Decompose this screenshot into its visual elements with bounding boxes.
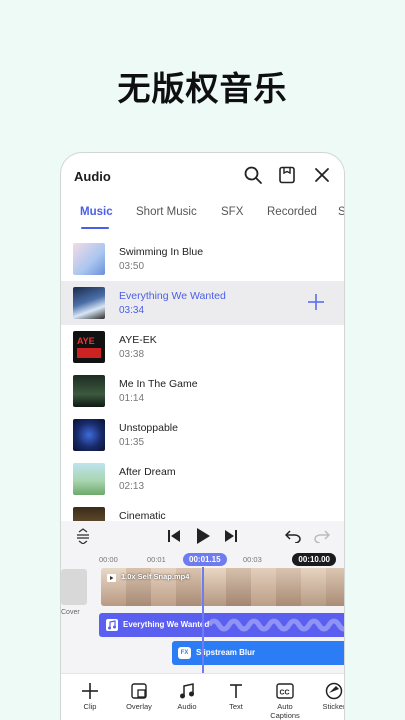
audio-label: Audio	[177, 702, 197, 711]
track-duration: 03:34	[119, 305, 145, 316]
overlay-icon	[131, 683, 147, 699]
album-art	[73, 419, 105, 451]
music-note-icon	[180, 683, 194, 699]
clip-button[interactable]: Clip	[67, 682, 113, 711]
skip-forward-icon[interactable]	[224, 529, 238, 543]
phone-frame: Audio Music Short Music SFX Recorded S S…	[60, 152, 345, 720]
overlay-button[interactable]: Overlay	[116, 682, 162, 711]
tab-short-music[interactable]: Short Music	[136, 206, 197, 218]
text-label: Text	[229, 702, 243, 711]
page-headline: 无版权音乐	[117, 69, 288, 108]
svg-text:AYE: AYE	[77, 336, 95, 346]
redo-icon[interactable]	[314, 529, 330, 543]
track-name: After Dream	[119, 466, 176, 478]
search-icon[interactable]	[243, 165, 263, 185]
track-duration: 03:38	[119, 349, 145, 360]
audio-clip-label: Everything We Wanted	[123, 620, 210, 629]
undo-icon[interactable]	[285, 529, 301, 543]
video-clip-label: 1.0x Self Snap.mp4	[121, 572, 190, 581]
time-ruler: 00:00 00:01 00:03 00:01.15 00:10.00	[61, 551, 344, 567]
text-icon	[230, 684, 242, 698]
track-name: Everything We Wanted	[119, 290, 226, 302]
total-duration: 00:10.00	[292, 553, 336, 566]
music-list: Swimming In Blue 03:50 Everything We Wan…	[61, 237, 344, 545]
track-duration: 01:35	[119, 437, 145, 448]
playback-controls	[61, 521, 344, 551]
cover-label: Cover	[61, 609, 80, 616]
active-tab-indicator	[81, 227, 109, 229]
auto-captions-label: Auto Captions	[270, 702, 300, 720]
save-icon[interactable]	[277, 165, 297, 185]
list-item-selected[interactable]: Everything We Wanted 03:34	[61, 281, 344, 325]
tab-music[interactable]: Music	[80, 206, 113, 218]
album-art	[73, 243, 105, 275]
svg-text:CC: CC	[280, 690, 290, 697]
auto-captions-button[interactable]: CC Auto Captions	[262, 682, 308, 720]
track-name: Swimming In Blue	[119, 246, 204, 258]
list-item[interactable]: Me In The Game 01:14	[61, 369, 344, 413]
skip-back-icon[interactable]	[167, 529, 181, 543]
tab-overflow[interactable]: S	[338, 206, 344, 218]
timeline-editor: 00:00 00:01 00:03 00:01.15 00:10.00 Cove…	[61, 521, 344, 720]
list-item[interactable]: AYE AYE-EK 03:38	[61, 325, 344, 369]
audio-clip-track[interactable]: Everything We Wanted	[99, 613, 344, 637]
list-item[interactable]: Unstoppable 01:35	[61, 413, 344, 457]
text-button[interactable]: Text	[213, 682, 259, 711]
collapse-icon[interactable]	[75, 528, 91, 544]
track-name: AYE-EK	[119, 334, 157, 346]
ruler-tick: 00:00	[99, 555, 118, 564]
overlay-label: Overlay	[126, 702, 152, 711]
effect-clip-track[interactable]: FX Slipstream Blur	[172, 641, 344, 665]
album-art	[73, 287, 105, 319]
track-name: Unstoppable	[119, 422, 178, 434]
ruler-tick: 00:03	[243, 555, 262, 564]
track-duration: 02:13	[119, 481, 145, 492]
add-track-icon[interactable]	[306, 292, 326, 312]
cover-thumbnail[interactable]	[61, 569, 87, 605]
audio-button[interactable]: Audio	[164, 682, 210, 711]
playhead-line[interactable]	[202, 567, 204, 679]
ruler-tick: 00:01	[147, 555, 166, 564]
track-duration: 03:50	[119, 261, 145, 272]
list-item[interactable]: After Dream 02:13	[61, 457, 344, 501]
play-icon[interactable]	[195, 527, 211, 545]
fx-badge: FX	[178, 647, 191, 659]
tab-sfx[interactable]: SFX	[221, 206, 243, 218]
tab-recorded[interactable]: Recorded	[267, 206, 317, 218]
audio-header: Audio	[61, 153, 344, 197]
effect-clip-label: Slipstream Blur	[196, 648, 256, 657]
album-art: AYE	[73, 331, 105, 363]
music-note-icon	[106, 619, 118, 631]
screen-title: Audio	[74, 169, 111, 184]
category-tabs: Music Short Music SFX Recorded S	[61, 203, 344, 231]
playhead-time: 00:01.15	[183, 553, 227, 566]
close-icon[interactable]	[312, 165, 332, 185]
sticker-icon	[325, 682, 343, 700]
album-art	[73, 463, 105, 495]
clip-label: Clip	[83, 702, 97, 711]
album-art	[73, 375, 105, 407]
track-name: Me In The Game	[119, 378, 198, 390]
track-duration: 01:14	[119, 393, 145, 404]
bottom-toolbar: Clip Overlay Audio Text CC Auto Captions…	[61, 673, 344, 720]
plus-icon	[82, 683, 98, 699]
sticker-button[interactable]: Sticker	[311, 682, 345, 711]
captions-icon: CC	[276, 683, 294, 699]
list-item[interactable]: Swimming In Blue 03:50	[61, 237, 344, 281]
video-clip-icon	[107, 574, 116, 582]
sticker-label: Sticker	[322, 702, 345, 711]
